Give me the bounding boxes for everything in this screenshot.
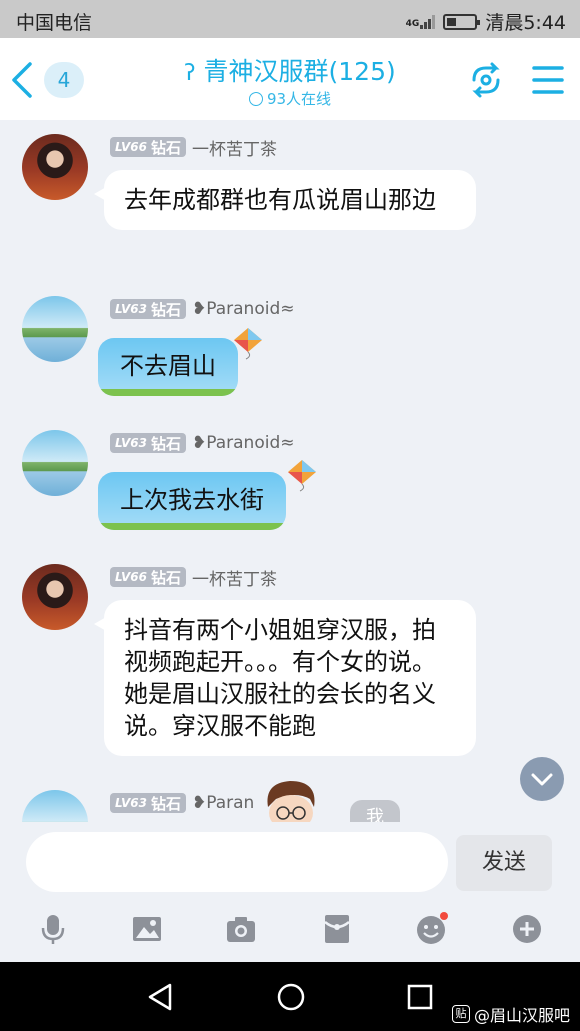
- ear-icon: ʔ: [184, 61, 196, 86]
- nav-recents-icon[interactable]: [406, 983, 434, 1011]
- nav-back-icon[interactable]: [146, 982, 174, 1012]
- watermark-text: @眉山汉服吧: [473, 1006, 570, 1025]
- level-badge: LV63 钻石: [110, 433, 186, 453]
- message-bubble[interactable]: 上次我去水街: [98, 472, 286, 530]
- chat-messages[interactable]: LV66 钻石 一杯苦丁茶 去年成都群也有瓜说眉山那边 LV63 钻石 ❥Paran…: [0, 120, 580, 822]
- group-call-icon[interactable]: [466, 60, 506, 100]
- kite-icon: [234, 328, 262, 360]
- avatar[interactable]: [22, 564, 88, 630]
- nav-home-icon[interactable]: [276, 982, 306, 1012]
- chevron-down-icon: [531, 773, 553, 786]
- message-item: LV63 钻石 ❥Paranoid≈ 不去眉山: [0, 296, 580, 406]
- level-badge: LV63 钻石: [110, 793, 186, 813]
- send-button[interactable]: 发送: [456, 835, 552, 891]
- message-input[interactable]: [26, 832, 448, 892]
- carrier-name: 中国电信: [16, 12, 93, 34]
- online-icon: [248, 92, 263, 106]
- avatar[interactable]: [22, 296, 88, 362]
- image-icon[interactable]: [130, 912, 164, 946]
- status-bar: 中国电信 4G 清晨5:44: [0, 0, 580, 38]
- level-badge: LV63 钻石: [110, 299, 186, 319]
- avatar[interactable]: [22, 790, 88, 822]
- camera-icon[interactable]: [224, 912, 258, 946]
- message-bubble[interactable]: 不去眉山: [98, 338, 238, 396]
- menu-icon[interactable]: [532, 60, 564, 100]
- scroll-to-bottom-button[interactable]: [520, 757, 564, 801]
- chat-header: 4 ʔ 青神汉服群(125) 93人在线: [0, 38, 580, 120]
- sender-meta: LV63 钻石 ❥Paranoid≈: [110, 432, 295, 454]
- level-badge: LV66 钻石: [110, 567, 186, 587]
- input-toolbar: [0, 904, 580, 962]
- sender-name[interactable]: 一杯苦丁茶: [192, 135, 277, 160]
- watermark: 贴 @眉山汉服吧: [451, 1002, 570, 1026]
- avatar[interactable]: [22, 430, 88, 496]
- message-bubble[interactable]: 去年成都群也有瓜说眉山那边: [94, 170, 476, 230]
- tieba-logo-icon: 贴: [451, 1005, 470, 1023]
- clock: 清晨5:44: [485, 12, 566, 34]
- plus-icon[interactable]: [510, 912, 544, 946]
- sender-name[interactable]: 一杯苦丁茶: [192, 565, 277, 590]
- red-packet-icon[interactable]: [320, 912, 354, 946]
- message-item: LV66 钻石 一杯苦丁茶 抖音有两个小姐姐穿汉服，拍视频跑起开。。。有个女的说。…: [0, 564, 580, 764]
- level-badge: LV66 钻石: [110, 137, 186, 157]
- sender-name[interactable]: ❥Paran: [192, 793, 254, 813]
- battery-icon: [443, 13, 481, 30]
- mic-icon[interactable]: [36, 912, 70, 946]
- input-bar: 发送: [0, 822, 580, 904]
- status-icons: 4G 清晨5:44: [406, 8, 566, 35]
- system-nav-bar: 贴 @眉山汉服吧: [0, 962, 580, 1031]
- sender-meta: LV63 钻石 ❥Paranoid≈: [110, 298, 295, 320]
- sender-meta: LV66 钻石 一杯苦丁茶: [110, 565, 277, 590]
- message-item: LV63 钻石 ❥Paranoid≈ 上次我去水街: [0, 430, 580, 540]
- avatar[interactable]: [22, 134, 88, 200]
- group-title: 青神汉服群(125): [203, 57, 396, 86]
- network-type: 4G: [405, 18, 420, 29]
- sender-name[interactable]: ❥Paranoid≈: [192, 299, 295, 319]
- sender-meta: LV66 钻石 一杯苦丁茶: [110, 135, 277, 160]
- message-bubble[interactable]: 抖音有两个小姐姐穿汉服，拍视频跑起开。。。有个女的说。她是眉山汉服社的会长的名义…: [94, 600, 476, 756]
- emoji-icon[interactable]: [414, 912, 448, 946]
- sender-name[interactable]: ❥Paranoid≈: [192, 433, 295, 453]
- signal-icon: 4G: [405, 14, 436, 29]
- kite-icon: [288, 460, 316, 492]
- notification-dot: [440, 912, 448, 920]
- sender-meta: LV63 钻石 ❥Paran: [110, 792, 254, 814]
- message-item: LV66 钻石 一杯苦丁茶 去年成都群也有瓜说眉山那边: [0, 134, 580, 274]
